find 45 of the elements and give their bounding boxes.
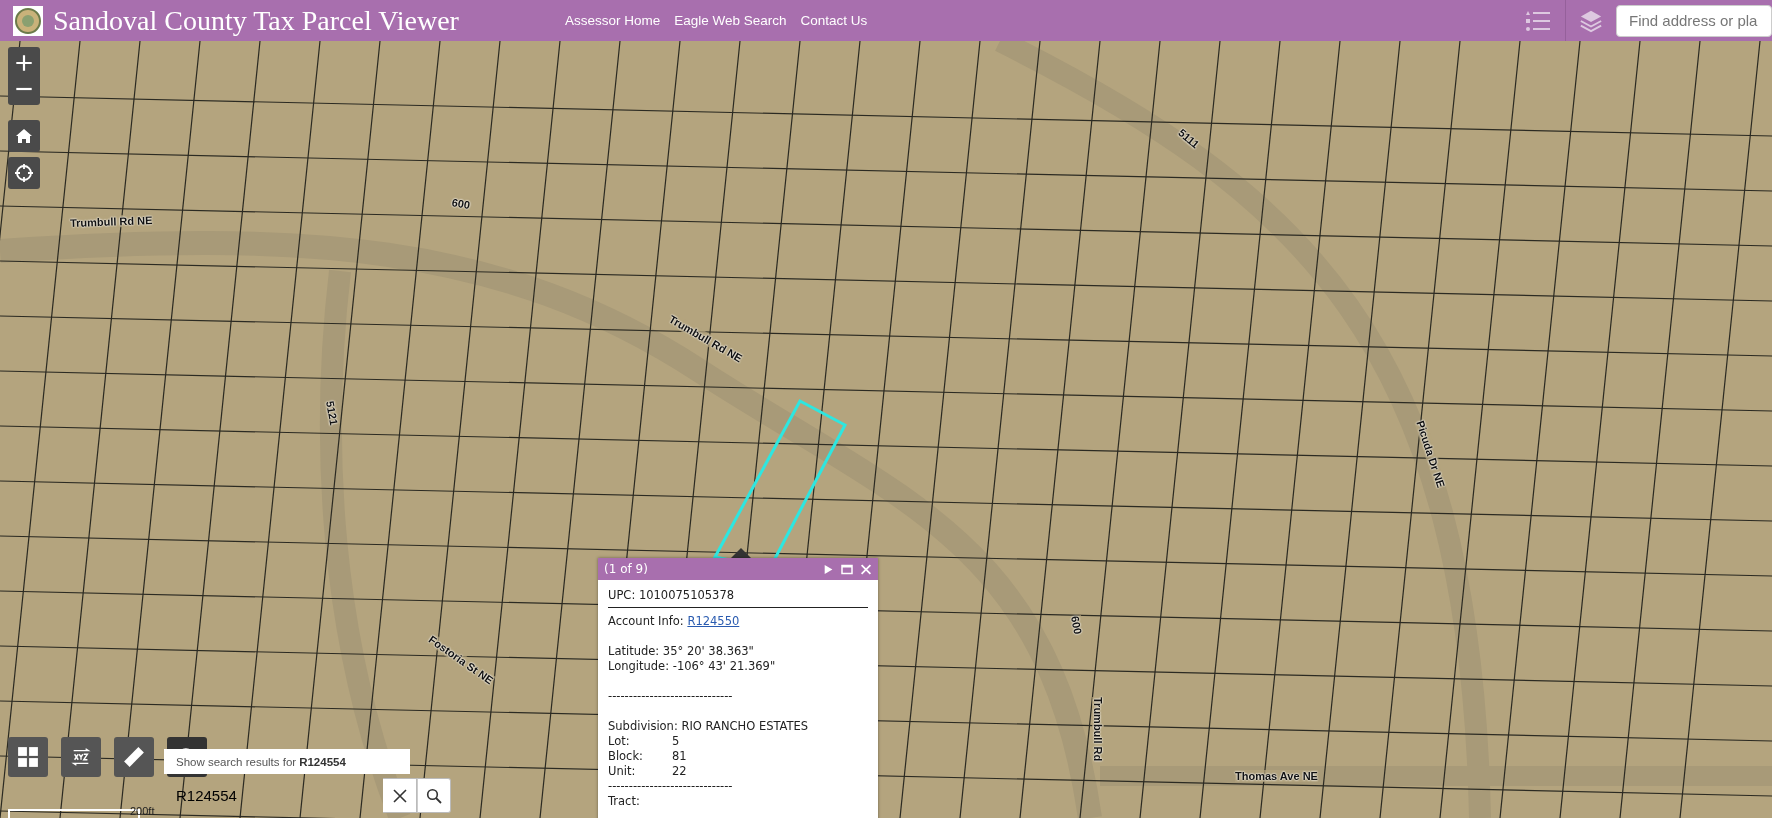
road-label: Trumbull Rd <box>1092 697 1104 762</box>
account-link[interactable]: R124550 <box>687 614 740 628</box>
dashed-divider-text: ------------------------------ <box>608 779 734 794</box>
locate-button[interactable] <box>8 157 40 189</box>
home-button[interactable] <box>8 120 40 152</box>
field-label: Unit: <box>608 764 637 779</box>
home-icon <box>14 126 34 146</box>
field-label: Block: <box>608 749 644 764</box>
field-value: 22 <box>672 764 687 779</box>
popup-counter: (1 of 9) <box>604 562 648 576</box>
dashed-divider-text: ------------------------------ <box>608 689 734 704</box>
close-icon <box>391 787 408 804</box>
subdivision-text: Subdivision: RIO RANCHO ESTATES <box>608 719 810 734</box>
county-seal-icon <box>13 5 43 36</box>
coordinate-icon <box>70 746 92 768</box>
header-link[interactable]: Assessor Home <box>564 13 661 28</box>
popup-pointer-icon <box>731 548 751 558</box>
maximize-icon[interactable] <box>841 563 853 575</box>
road-label: Thomas Ave NE <box>1235 770 1318 782</box>
measure-button[interactable] <box>114 737 154 777</box>
next-icon[interactable] <box>822 563 834 575</box>
clear-button[interactable] <box>383 778 417 813</box>
address-search-field[interactable]: Find address or pla <box>1616 4 1772 37</box>
field-value: 5 <box>672 734 680 749</box>
crosshair-icon <box>14 163 34 183</box>
basemap-button[interactable] <box>8 737 48 777</box>
header-link[interactable]: Eagle Web Search <box>674 13 787 28</box>
grid-icon <box>17 746 39 768</box>
close-icon[interactable] <box>860 563 872 575</box>
header-link[interactable]: Contact Us <box>800 13 868 28</box>
coordinate-button[interactable] <box>61 737 101 777</box>
search-icon <box>426 787 442 804</box>
search-suggestion-menu[interactable]: Show search results for R124554 <box>164 749 410 774</box>
ruler-icon <box>123 746 145 768</box>
tract-text: Tract: <box>608 794 641 809</box>
field-label: Lot: <box>608 734 631 749</box>
field-value: 81 <box>672 749 687 764</box>
account-info-text: Account Info: R124550 <box>608 614 741 629</box>
app-title: Sandoval County Tax Parcel Viewer <box>53 4 459 37</box>
upc-text: UPC: 1010075105378 <box>608 588 736 603</box>
scale-label: 200ft <box>130 805 155 817</box>
longitude-text: Longitude: -106° 43' 21.369" <box>608 659 777 674</box>
latitude-text: Latitude: 35° 20' 38.363" <box>608 644 755 659</box>
search-button[interactable] <box>417 778 451 813</box>
search-field[interactable]: R124554 <box>164 778 383 813</box>
